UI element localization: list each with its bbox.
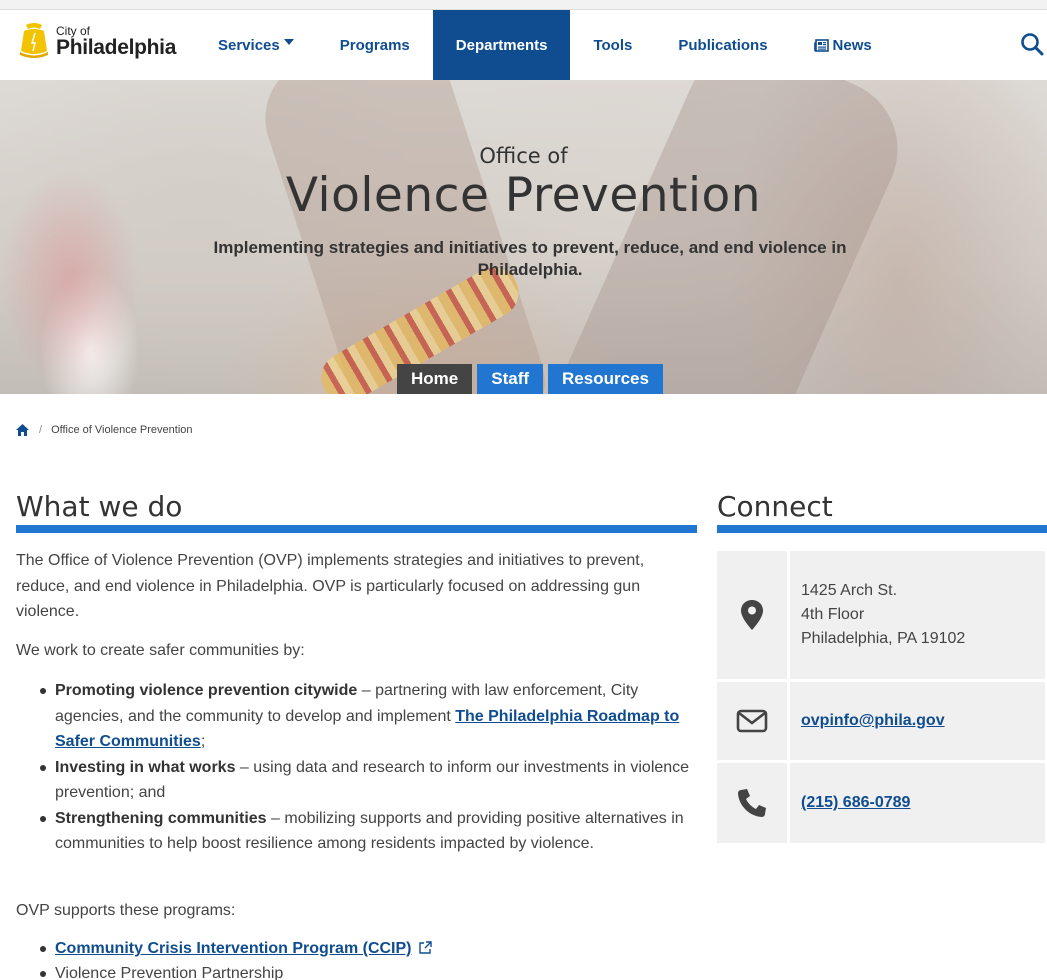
connect-sidebar: Connect 1425 Arch St. 4th Floor Philadel…: [717, 490, 1047, 843]
nav-programs[interactable]: Programs: [317, 10, 433, 80]
hero-office-label: Office of: [479, 144, 568, 168]
list-item-bold: Strengthening communities: [55, 809, 267, 827]
main-nav: Services Programs Departments Tools Publ…: [195, 10, 895, 80]
contact-address: 1425 Arch St. 4th Floor Philadelphia, PA…: [717, 551, 1047, 679]
phone-icon: [738, 789, 766, 817]
section-tabs: Home Staff Resources: [397, 364, 668, 394]
envelope-icon: [736, 709, 768, 733]
list-item: Community Crisis Intervention Program (C…: [36, 936, 696, 961]
city-logo[interactable]: City of Philadelphia: [16, 16, 186, 66]
list-item-after: ;: [200, 733, 206, 750]
nav-services[interactable]: Services: [195, 10, 317, 80]
programs-lead: OVP supports these programs:: [16, 902, 236, 919]
newspaper-icon: [813, 38, 829, 52]
nav-publications[interactable]: Publications: [655, 10, 790, 80]
nav-publications-label: Publications: [678, 36, 768, 54]
what-we-do-heading: What we do: [16, 490, 697, 533]
email-link[interactable]: ovpinfo@phila.gov: [801, 709, 1045, 733]
caret-down-icon: [283, 39, 294, 45]
list-item: Promoting violence prevention citywide –…: [36, 678, 696, 755]
nav-programs-label: Programs: [339, 36, 410, 54]
list-item-bold: Promoting violence prevention citywide: [55, 682, 358, 699]
breadcrumb-separator: /: [39, 424, 43, 436]
list-item: Violence Prevention Partnership: [36, 961, 696, 980]
page-title: Violence Prevention: [285, 168, 762, 223]
logo-name-text: Philadelphia: [56, 35, 177, 59]
phone-text: (215) 686-0789: [790, 763, 1045, 843]
program-label: Violence Prevention Partnership: [55, 965, 284, 980]
list-item: Investing in what works – using data and…: [36, 755, 696, 806]
nav-tools[interactable]: Tools: [570, 10, 655, 80]
main-content: What we do The Office of Violence Preven…: [16, 490, 697, 980]
external-link-icon: [419, 941, 432, 954]
nav-tools-label: Tools: [593, 36, 633, 54]
tab-resources[interactable]: Resources: [548, 364, 663, 394]
nav-departments[interactable]: Departments: [432, 10, 571, 80]
address-line-2: 4th Floor: [801, 606, 865, 623]
list-item: Strengthening communities – mobilizing s…: [36, 806, 696, 857]
contact-email: ovpinfo@phila.gov: [717, 682, 1047, 760]
map-pin-icon: [741, 600, 763, 630]
breadcrumb: / Office of Violence Prevention: [16, 424, 193, 436]
hero-banner: Office of Violence Prevention Implementi…: [0, 80, 1047, 394]
nav-services-label: Services: [218, 36, 280, 54]
lead-paragraph: We work to create safer communities by:: [16, 642, 305, 659]
phone-link[interactable]: (215) 686-0789: [801, 791, 1045, 815]
breadcrumb-current: Office of Violence Prevention: [51, 424, 193, 436]
contact-phone: (215) 686-0789: [717, 763, 1047, 843]
nav-news-label: News: [832, 36, 872, 54]
tab-staff[interactable]: Staff: [477, 364, 544, 394]
logo-city-text: City of: [56, 23, 91, 38]
email-icon-cell: [717, 682, 787, 760]
programs-list: Community Crisis Intervention Program (C…: [36, 936, 696, 980]
address-icon-cell: [717, 551, 787, 679]
approach-list: Promoting violence prevention citywide –…: [36, 678, 696, 857]
nav-departments-label: Departments: [455, 36, 548, 54]
email-text: ovpinfo@phila.gov: [790, 682, 1045, 760]
address-line-3: Philadelphia, PA 19102: [801, 630, 966, 647]
nav-news[interactable]: News: [791, 10, 895, 80]
list-item-bold: Investing in what works: [55, 758, 236, 776]
search-icon[interactable]: [1020, 32, 1044, 56]
liberty-bell-icon: [20, 23, 48, 58]
connect-heading: Connect: [717, 490, 1047, 533]
intro-paragraph: The Office of Violence Prevention (OVP) …: [16, 552, 645, 620]
address-line-1: 1425 Arch St.: [801, 582, 898, 599]
tab-home[interactable]: Home: [397, 364, 473, 394]
hero-subtitle: Implementing strategies and initiatives …: [213, 238, 847, 279]
address-text: 1425 Arch St. 4th Floor Philadelphia, PA…: [790, 551, 1045, 679]
ccip-link[interactable]: Community Crisis Intervention Program (C…: [55, 940, 412, 957]
top-strip: [0, 0, 1047, 10]
phone-icon-cell: [717, 763, 787, 843]
home-icon[interactable]: [16, 424, 29, 436]
site-header: City of Philadelphia Services Programs D…: [0, 10, 1047, 80]
